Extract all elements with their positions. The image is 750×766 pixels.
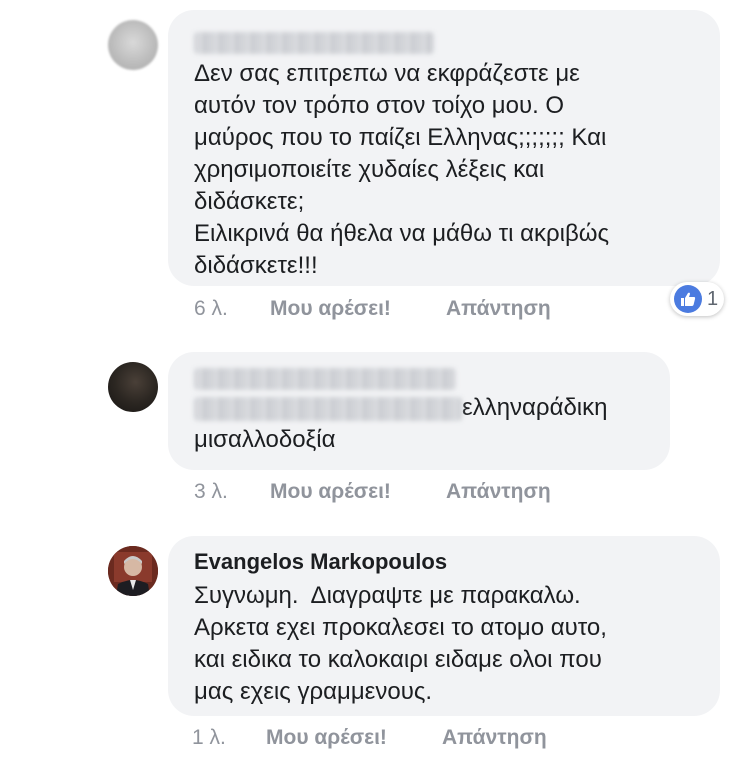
- like-icon: [674, 285, 702, 313]
- author-name[interactable]: Evangelos Markopoulos: [194, 548, 694, 576]
- comment-text: Συγνωμη. Διαγραψτε με παρακαλω. Αρκετα ε…: [194, 582, 607, 705]
- timestamp[interactable]: 1 λ.: [192, 726, 226, 750]
- timestamp[interactable]: 6 λ.: [194, 297, 228, 321]
- comment-bubble: Δεν σας επιτρεπω να εκφράζεστε με αυτόν …: [168, 10, 720, 286]
- like-button[interactable]: Μου αρέσει!: [266, 726, 387, 750]
- comment-bubble: Evangelos Markopoulos Συγνωμη. Διαγραψτε…: [168, 536, 720, 716]
- author-name-blurred[interactable]: [194, 364, 644, 392]
- comment-text: Δεν σας επιτρεπω να εκφράζεστε με αυτόν …: [194, 60, 610, 279]
- comment-bubble: ελληναράδικη μισαλλοδοξία: [168, 352, 670, 470]
- timestamp[interactable]: 3 λ.: [194, 480, 228, 504]
- person-photo-icon: [108, 546, 158, 596]
- reaction-count: 1: [707, 287, 719, 310]
- reply-button[interactable]: Απάντηση: [442, 726, 547, 750]
- avatar[interactable]: [108, 362, 158, 412]
- like-button[interactable]: Μου αρέσει!: [270, 297, 391, 321]
- reply-button[interactable]: Απάντηση: [446, 480, 551, 504]
- comment-text: ελληναράδικη: [194, 392, 644, 424]
- comment-text-line2: μισαλλοδοξία: [194, 426, 336, 453]
- avatar[interactable]: [108, 20, 158, 70]
- comment-text-line1: ελληναράδικη: [462, 394, 608, 421]
- avatar[interactable]: [108, 546, 158, 596]
- mention-blurred[interactable]: [194, 396, 462, 421]
- like-button[interactable]: Μου αρέσει!: [270, 480, 391, 504]
- author-name-blurred[interactable]: [194, 24, 694, 58]
- reaction-summary[interactable]: 1: [670, 282, 725, 316]
- reply-button[interactable]: Απάντηση: [446, 297, 551, 321]
